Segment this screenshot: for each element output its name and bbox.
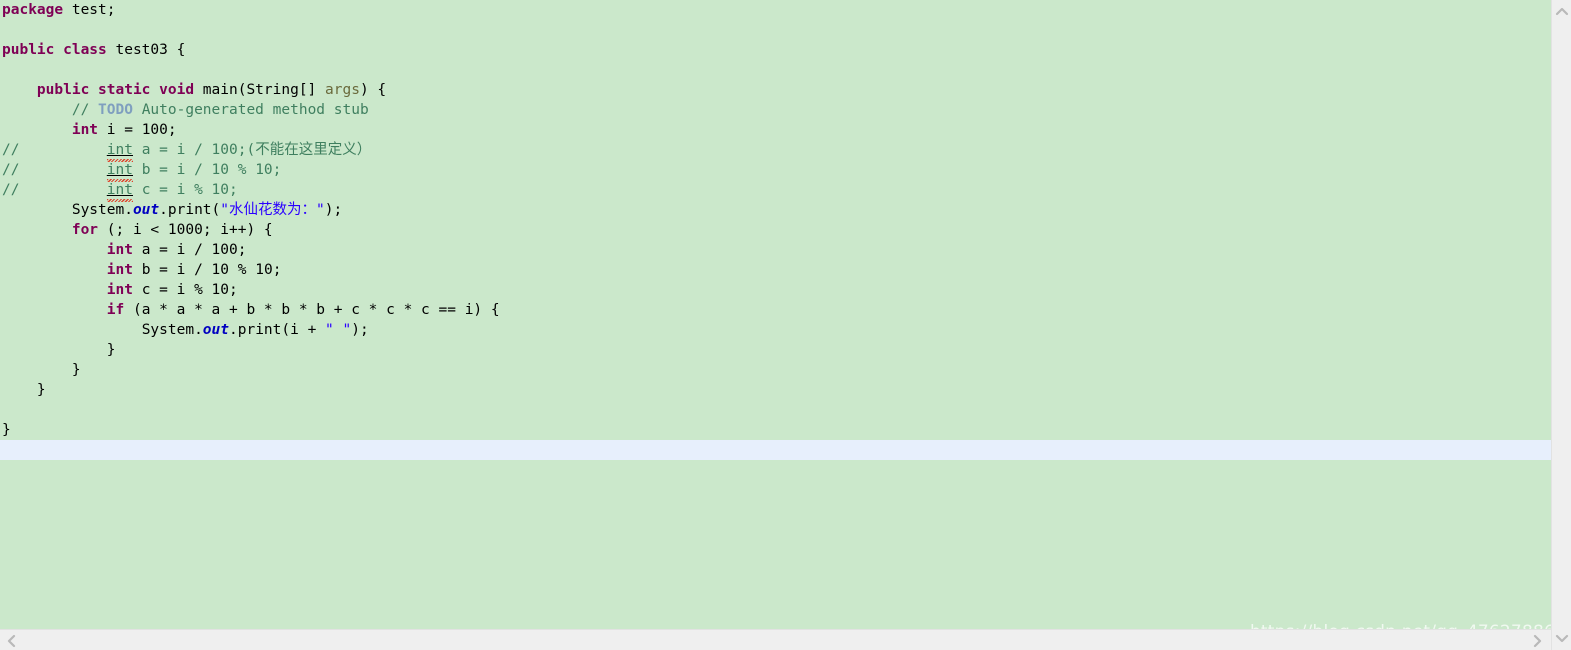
- code-line[interactable]: package test;: [0, 0, 1551, 20]
- code-lines-container[interactable]: package test; public class test03 { publ…: [0, 0, 1551, 460]
- chevron-down-icon[interactable]: [1554, 630, 1570, 646]
- code-line[interactable]: }: [0, 360, 1551, 380]
- chevron-up-icon[interactable]: [1554, 4, 1570, 20]
- code-line[interactable]: }: [0, 420, 1551, 440]
- chevron-left-icon[interactable]: [4, 633, 20, 649]
- comment-marker: //: [2, 182, 20, 198]
- code-line[interactable]: [0, 400, 1551, 420]
- comment-marker: //: [2, 142, 20, 158]
- code-editor-window: package test; public class test03 { publ…: [0, 0, 1571, 650]
- code-line[interactable]: // int a = i / 100;(不能在这里定义）: [0, 140, 1551, 162]
- code-line[interactable]: public class test03 {: [0, 40, 1551, 60]
- error-token: int: [106, 142, 134, 162]
- code-line[interactable]: public static void main(String[] args) {: [0, 80, 1551, 100]
- code-line[interactable]: if (a * a * a + b * b * b + c * c * c ==…: [0, 300, 1551, 320]
- code-line[interactable]: [0, 20, 1551, 40]
- code-line[interactable]: int i = 100;: [0, 120, 1551, 140]
- comment-marker: //: [2, 162, 20, 178]
- code-line[interactable]: System.out.print("水仙花数为：");: [0, 200, 1551, 220]
- code-line[interactable]: int c = i % 10;: [0, 280, 1551, 300]
- chevron-right-icon[interactable]: [1529, 633, 1545, 649]
- error-token: int: [106, 182, 134, 202]
- code-line[interactable]: }: [0, 340, 1551, 360]
- code-line[interactable]: [0, 440, 1551, 460]
- code-line[interactable]: int b = i / 10 % 10;: [0, 260, 1551, 280]
- code-line[interactable]: for (; i < 1000; i++) {: [0, 220, 1551, 240]
- error-token: int: [106, 162, 134, 182]
- source-code-editor[interactable]: package test; public class test03 { publ…: [0, 0, 1551, 629]
- code-line[interactable]: // int b = i / 10 % 10;: [0, 160, 1551, 182]
- code-line[interactable]: int a = i / 100;: [0, 240, 1551, 260]
- vertical-scrollbar[interactable]: [1551, 0, 1571, 650]
- code-line[interactable]: }: [0, 380, 1551, 400]
- code-line[interactable]: // int c = i % 10;: [0, 180, 1551, 202]
- code-line[interactable]: // TODO Auto-generated method stub: [0, 100, 1551, 120]
- code-line[interactable]: [0, 60, 1551, 80]
- code-line[interactable]: System.out.print(i + " ");: [0, 320, 1551, 340]
- horizontal-scrollbar[interactable]: [0, 629, 1551, 650]
